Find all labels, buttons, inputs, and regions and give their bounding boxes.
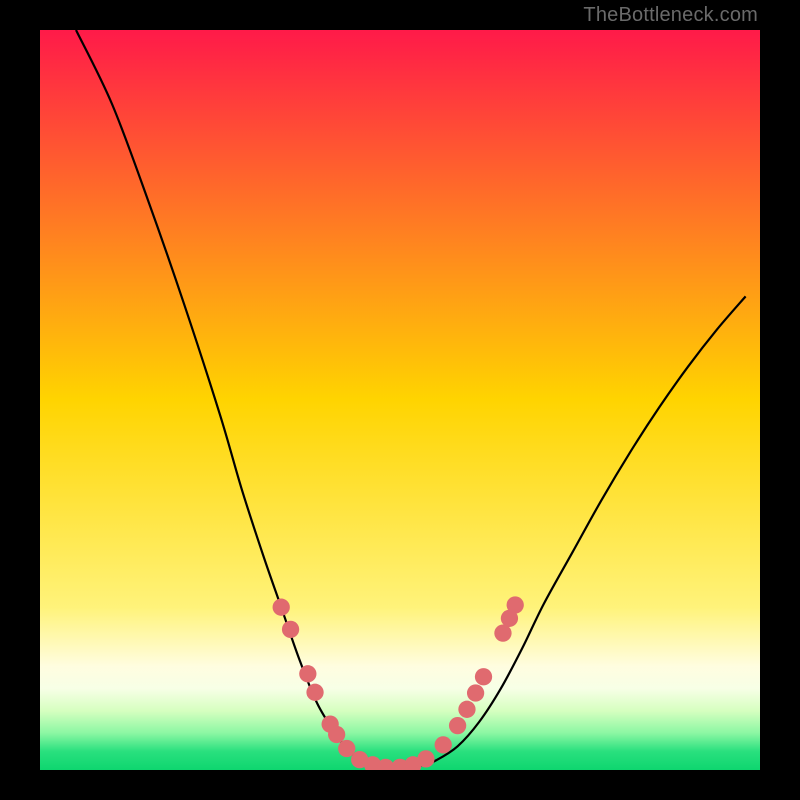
sample-point xyxy=(435,736,452,753)
marker-group xyxy=(273,596,524,770)
sample-point xyxy=(475,668,492,685)
sample-point xyxy=(273,599,290,616)
curve-layer xyxy=(40,30,760,770)
sample-point xyxy=(282,621,299,638)
sample-point xyxy=(299,665,316,682)
watermark-text: TheBottleneck.com xyxy=(583,4,758,27)
sample-point xyxy=(328,726,345,743)
sample-point xyxy=(467,684,484,701)
plot-area xyxy=(40,30,760,770)
sample-point xyxy=(507,596,524,613)
sample-point xyxy=(458,701,475,718)
bottleneck-curve xyxy=(76,30,746,768)
chart-frame: TheBottleneck.com xyxy=(0,0,800,800)
sample-point xyxy=(417,750,434,767)
sample-point xyxy=(449,717,466,734)
sample-point xyxy=(306,684,323,701)
sample-point xyxy=(494,624,511,641)
